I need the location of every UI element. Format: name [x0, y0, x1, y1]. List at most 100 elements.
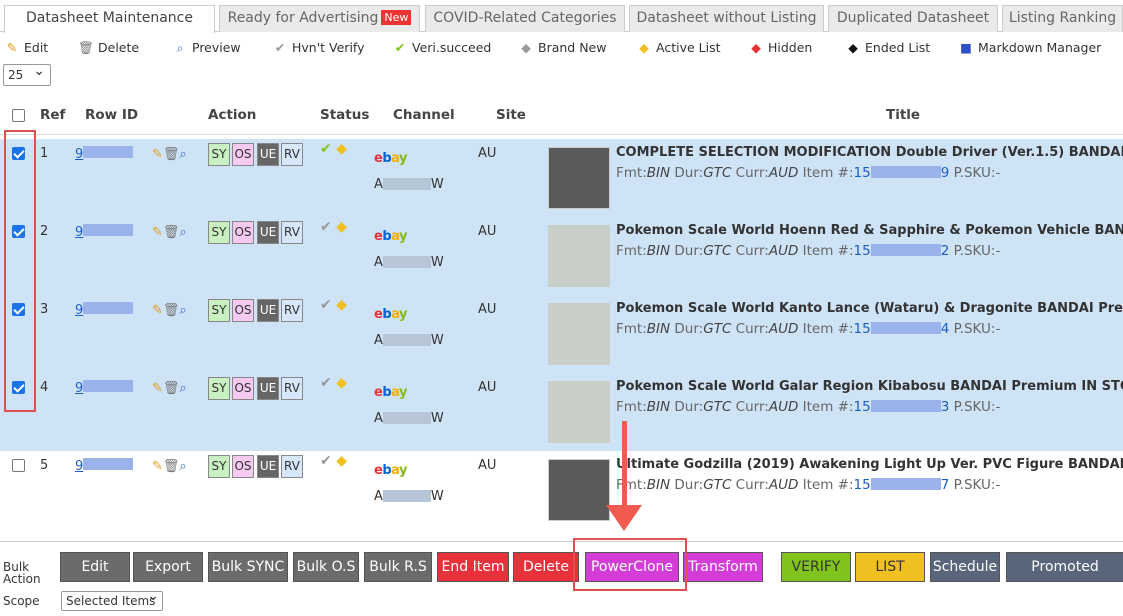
transform-button[interactable]: Transform	[683, 552, 763, 582]
item-number-link[interactable]: 15 4	[854, 321, 950, 337]
curr-label: Curr:	[735, 243, 769, 259]
magnifier-icon[interactable]: ⌕	[179, 147, 186, 162]
pencil-icon[interactable]: ✎	[152, 381, 163, 396]
delete-button[interactable]: Delete	[513, 552, 579, 582]
export-button[interactable]: Export	[133, 552, 203, 582]
schedule-button[interactable]: Schedule	[930, 552, 1000, 582]
sync-button[interactable]: SY	[208, 455, 230, 478]
sync-button[interactable]: SY	[208, 221, 230, 244]
row-title[interactable]: Pokemon Scale World Hoenn Red & Sapphire…	[616, 223, 1123, 239]
row-title[interactable]: Pokemon Scale World Galar Region Kibabos…	[616, 379, 1123, 395]
item-number-link[interactable]: 15 2	[854, 243, 950, 259]
tab-datasheet-maintenance[interactable]: Datasheet Maintenance	[4, 5, 215, 33]
legend-hidden: ◆ Hidden	[748, 40, 812, 55]
sync-button[interactable]: SY	[208, 299, 230, 322]
row-checkbox[interactable]	[12, 459, 25, 472]
product-thumbnail[interactable]	[548, 303, 610, 365]
item-number-link[interactable]: 15 7	[854, 477, 950, 493]
rv-button[interactable]: RV	[281, 455, 303, 478]
os-button[interactable]: OS	[232, 143, 254, 166]
fmt-value: BIN	[646, 321, 671, 337]
product-thumbnail[interactable]	[548, 225, 610, 287]
tab-ready-for-advertising[interactable]: Ready for Advertising New	[219, 5, 420, 32]
row-site: AU	[478, 380, 497, 395]
ue-button[interactable]: UE	[257, 377, 279, 400]
bulk-sync-button[interactable]: Bulk SYNC	[208, 552, 288, 582]
table-row: 2 97 ✎🗑⌕ SY OS UE RV ✔ ◆ ebay AW AU Poke…	[0, 217, 1123, 295]
bulk-o-s-button[interactable]: Bulk O.S	[293, 552, 359, 582]
row-meta: Fmt:BIN Dur:GTC Curr:AUD Item #:15 3 P.SK…	[616, 399, 1000, 415]
list-button[interactable]: LIST	[855, 552, 925, 582]
ue-button[interactable]: UE	[257, 143, 279, 166]
curr-label: Curr:	[735, 477, 769, 493]
pencil-icon[interactable]: ✎	[152, 225, 163, 240]
row-id-link[interactable]: 98	[75, 146, 140, 160]
rv-button[interactable]: RV	[281, 299, 303, 322]
row-title[interactable]: Ultimate Godzilla (2019) Awakening Light…	[616, 457, 1123, 473]
magnifier-icon[interactable]: ⌕	[179, 381, 186, 396]
black-tag-icon: ◆	[848, 40, 858, 55]
row-title[interactable]: Pokemon Scale World Kanto Lance (Wataru)…	[616, 301, 1123, 317]
trash-icon[interactable]: 🗑	[163, 459, 180, 474]
os-button[interactable]: OS	[232, 455, 254, 478]
os-button[interactable]: OS	[232, 377, 254, 400]
fmt-value: BIN	[646, 243, 671, 259]
item-end: 3	[940, 399, 950, 415]
end-item-button[interactable]: End Item	[437, 552, 509, 582]
ue-button[interactable]: UE	[257, 299, 279, 322]
item-label: Item #:	[802, 399, 854, 415]
pencil-icon[interactable]: ✎	[152, 147, 163, 162]
trash-icon[interactable]: 🗑	[163, 147, 180, 162]
verify-button[interactable]: VERIFY	[781, 552, 851, 582]
psku-label: P.SKU:	[953, 399, 996, 415]
row-title[interactable]: COMPLETE SELECTION MODIFICATION Double D…	[616, 145, 1123, 161]
row-id-link[interactable]: 95	[75, 302, 140, 316]
rv-button[interactable]: RV	[281, 221, 303, 244]
promoted-listing-button[interactable]: Promoted Listing	[1006, 552, 1123, 603]
select-all-checkbox[interactable]	[12, 109, 25, 122]
sync-button[interactable]: SY	[208, 377, 230, 400]
row-id-link[interactable]: 94	[75, 458, 140, 472]
item-number-link[interactable]: 15 3	[854, 399, 950, 415]
scope-select[interactable]: Selected Items	[61, 587, 163, 611]
tab-listing-ranking[interactable]: Listing Ranking	[1002, 5, 1123, 32]
tab-duplicated-datasheet[interactable]: Duplicated Datasheet	[828, 5, 998, 32]
row-id-link[interactable]: 95	[75, 380, 140, 394]
curr-label: Curr:	[735, 165, 769, 181]
bulk-action-label: Bulk Action	[3, 560, 41, 586]
magnifier-icon[interactable]: ⌕	[179, 303, 186, 318]
row-status: ✔ ◆	[320, 141, 347, 157]
trash-icon[interactable]: 🗑	[163, 303, 180, 318]
pencil-icon[interactable]: ✎	[152, 303, 163, 318]
os-button[interactable]: OS	[232, 299, 254, 322]
header-title[interactable]: Title	[886, 107, 920, 123]
ue-button[interactable]: UE	[257, 221, 279, 244]
sync-button[interactable]: SY	[208, 143, 230, 166]
os-button[interactable]: OS	[232, 221, 254, 244]
edit-button[interactable]: Edit	[60, 552, 130, 582]
tab-covid-categories[interactable]: COVID-Related Categories	[425, 5, 625, 32]
dur-value: GTC	[703, 399, 732, 415]
ue-button[interactable]: UE	[257, 455, 279, 478]
per-page-select[interactable]: 25	[3, 61, 51, 86]
bulk-r-s-button[interactable]: Bulk R.S	[364, 552, 432, 582]
pencil-icon[interactable]: ✎	[152, 459, 163, 474]
legend-markdown-manager: ■ Markdown Manager	[958, 40, 1101, 55]
item-number-link[interactable]: 15 9	[854, 165, 950, 181]
tab-datasheet-without-listing[interactable]: Datasheet without Listing	[629, 5, 824, 32]
product-thumbnail[interactable]	[548, 381, 610, 443]
trash-icon[interactable]: 🗑	[163, 381, 180, 396]
row-site: AU	[478, 224, 497, 239]
row-id-link[interactable]: 97	[75, 224, 140, 238]
rv-button[interactable]: RV	[281, 377, 303, 400]
magnifier-icon[interactable]: ⌕	[179, 459, 186, 474]
header-row-id[interactable]: Row ID	[85, 107, 138, 123]
product-thumbnail[interactable]	[548, 459, 610, 521]
product-thumbnail[interactable]	[548, 147, 610, 209]
magnifier-icon[interactable]: ⌕	[179, 225, 186, 240]
row-ref: 5	[40, 458, 49, 473]
row-action-icons: ✎🗑⌕	[152, 147, 187, 162]
trash-icon[interactable]: 🗑	[163, 225, 180, 240]
dur-label: Dur:	[674, 243, 704, 259]
rv-button[interactable]: RV	[281, 143, 303, 166]
